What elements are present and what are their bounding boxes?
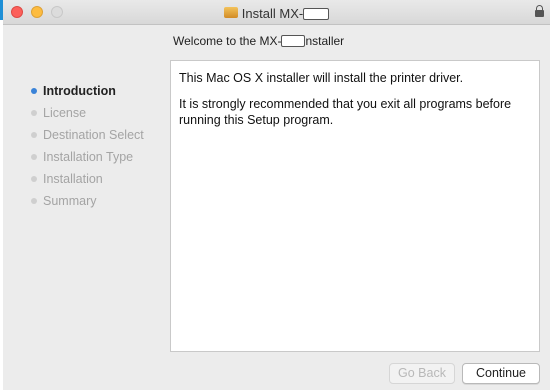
step-dot-icon xyxy=(31,154,37,160)
step-label: Introduction xyxy=(43,84,116,98)
intro-paragraph-2: It is strongly recommended that you exit… xyxy=(179,97,512,127)
welcome-suffix: nstaller xyxy=(305,33,345,48)
welcome-prefix: Welcome to the MX- xyxy=(173,33,282,48)
welcome-heading: Welcome to the MX-nstaller xyxy=(173,33,344,48)
window-title: Install MX- xyxy=(3,5,550,21)
step-dot-icon xyxy=(31,132,37,138)
step-dot-icon xyxy=(31,110,37,116)
step-installation-type: Installation Type xyxy=(3,146,163,168)
step-dot-icon xyxy=(31,88,37,94)
redacted-model xyxy=(281,34,306,47)
window-title-text: Install MX- xyxy=(241,6,304,22)
go-back-button[interactable]: Go Back xyxy=(389,363,455,384)
step-introduction: Introduction xyxy=(3,80,163,102)
step-summary: Summary xyxy=(3,190,163,212)
step-dot-icon xyxy=(31,198,37,204)
step-label: Summary xyxy=(43,194,97,208)
intro-paragraph-1: This Mac OS X installer will install the… xyxy=(179,71,464,85)
step-license: License xyxy=(3,102,163,124)
lock-icon xyxy=(535,5,544,17)
package-icon xyxy=(223,7,238,19)
redacted-model xyxy=(303,7,330,20)
step-label: Installation xyxy=(43,172,103,186)
continue-button[interactable]: Continue xyxy=(462,363,540,384)
step-installation: Installation xyxy=(3,168,163,190)
title-bar[interactable]: Install MX- xyxy=(3,0,550,25)
steps-sidebar: Introduction License Destination Select … xyxy=(3,80,163,212)
step-label: Installation Type xyxy=(43,150,134,164)
step-label: Destination Select xyxy=(43,128,144,142)
content-panel: This Mac OS X installer will install the… xyxy=(170,60,540,352)
installer-window: Install MX- Welcome to the MX-nstaller I… xyxy=(3,0,550,390)
step-dot-icon xyxy=(31,176,37,182)
step-label: License xyxy=(43,106,87,120)
step-destination-select: Destination Select xyxy=(3,124,163,146)
